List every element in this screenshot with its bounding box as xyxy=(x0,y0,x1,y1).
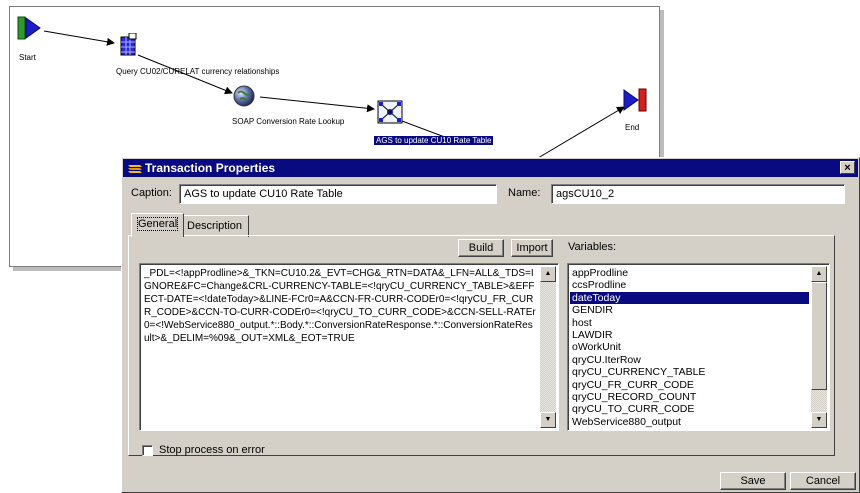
end-label: End xyxy=(625,123,640,132)
variables-list[interactable]: appProdline ccsProdline dateToday GENDIR hos… xyxy=(567,263,830,431)
transaction-icon xyxy=(128,165,142,173)
start-node[interactable] xyxy=(16,15,42,44)
close-button[interactable]: × xyxy=(840,161,855,174)
soap-label: SOAP Conversion Rate Lookup xyxy=(232,117,345,126)
network-node-icon xyxy=(377,100,403,124)
variables-items: appProdline ccsProdline dateToday GENDIR hos… xyxy=(570,267,809,428)
globe-icon xyxy=(233,85,255,107)
edge-ags-end xyxy=(537,106,625,159)
scroll-up-arrow-icon[interactable]: ▲ xyxy=(540,266,556,282)
build-button[interactable]: Build xyxy=(458,239,504,257)
variable-list-item[interactable]: LAWDIR xyxy=(570,329,809,341)
start-flag-icon xyxy=(17,16,41,40)
body-textarea[interactable]: _PDL=<!appProdline>&_TKN=CU10.2&_EVT=CHG… xyxy=(139,263,559,431)
import-button[interactable]: Import xyxy=(511,239,553,257)
tab-general[interactable]: General xyxy=(131,213,185,237)
soap-node[interactable] xyxy=(232,84,256,111)
scroll-down-arrow-icon[interactable]: ▼ xyxy=(811,412,827,428)
tab-description[interactable]: Description xyxy=(180,215,250,237)
tab-description-label: Description xyxy=(187,220,243,232)
variable-list-item[interactable]: qryCU_CURRENCY_TABLE xyxy=(570,366,809,378)
query-label: Query CU02/CURELAT currency relationship… xyxy=(116,67,280,76)
variable-list-item[interactable]: WebService880_output xyxy=(570,416,809,428)
cancel-button[interactable]: Cancel xyxy=(790,472,856,490)
database-grid-icon xyxy=(120,32,137,56)
stop-on-error-label[interactable]: Stop process on error xyxy=(159,444,265,456)
save-button[interactable]: Save xyxy=(720,472,786,490)
variable-list-item[interactable]: dateToday xyxy=(570,291,809,305)
variable-list-item[interactable]: qryCU_RECORD_COUNT xyxy=(570,391,809,403)
scroll-up-arrow-icon[interactable]: ▲ xyxy=(811,266,827,282)
variables-scrollbar[interactable]: ▲ ▼ xyxy=(811,266,827,428)
caption-field[interactable]: AGS to update CU10 Rate Table xyxy=(179,184,497,204)
edge-soap-ags xyxy=(259,96,375,113)
variable-list-item[interactable]: oWorkUnit xyxy=(570,341,809,353)
variable-list-item[interactable]: GENDIR xyxy=(570,304,809,316)
variable-list-item[interactable]: qryCU_FR_CURR_CODE xyxy=(570,379,809,391)
query-node[interactable] xyxy=(118,32,138,60)
ags-label[interactable]: AGS to update CU10 Rate Table xyxy=(374,136,494,145)
edge-start-query xyxy=(43,30,115,46)
body-scrollbar[interactable]: ▲ ▼ xyxy=(540,266,556,428)
variable-list-item[interactable]: host xyxy=(570,317,809,329)
variables-label: Variables: xyxy=(568,241,617,253)
name-label: Name: xyxy=(508,187,541,199)
dialog-title: Transaction Properties xyxy=(145,161,276,175)
start-label: Start xyxy=(19,53,36,62)
transaction-properties-dialog: Transaction Properties × Caption: AGS to… xyxy=(121,157,860,493)
dialog-title-bar[interactable]: Transaction Properties × xyxy=(123,159,858,177)
tab-general-label: General xyxy=(136,217,179,231)
scroll-down-arrow-icon[interactable]: ▼ xyxy=(540,412,556,428)
scroll-thumb[interactable] xyxy=(811,282,827,390)
name-field[interactable]: agsCU10_2 xyxy=(551,184,845,204)
stop-on-error-checkbox[interactable] xyxy=(142,445,153,456)
caption-label: Caption: xyxy=(131,187,172,199)
variable-list-item[interactable]: ccsProdline xyxy=(570,279,809,291)
variable-list-item[interactable]: appProdline xyxy=(570,267,809,279)
variable-list-item[interactable]: qryCU.IterRow xyxy=(570,354,809,366)
variable-list-item[interactable]: qryCU_TO_CURR_CODE xyxy=(570,403,809,415)
body-text: _PDL=<!appProdline>&_TKN=CU10.2&_EVT=CHG… xyxy=(144,268,536,344)
end-flag-icon xyxy=(623,88,647,112)
ags-node[interactable] xyxy=(377,100,403,127)
end-node[interactable] xyxy=(622,86,648,117)
